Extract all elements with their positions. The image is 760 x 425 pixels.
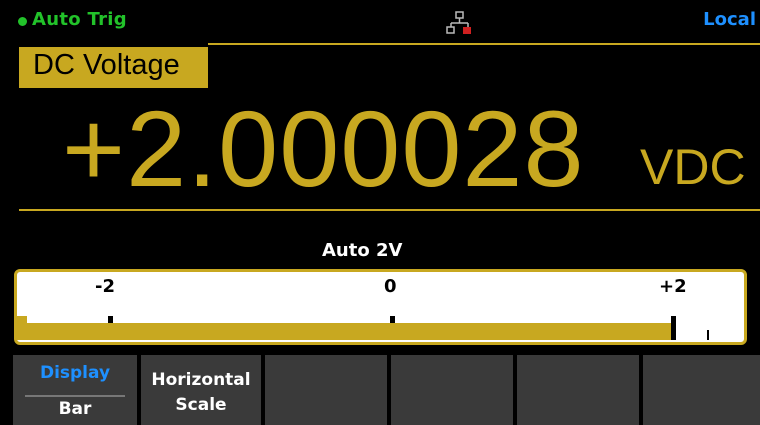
softkey-row: Display Bar Horizontal Scale: [0, 351, 760, 425]
horizontal-scale-line2: Scale: [175, 395, 227, 415]
reading-unit: VDC: [640, 139, 746, 195]
measurement-function: DC Voltage: [33, 49, 180, 81]
scale-minor-tick: [707, 330, 710, 340]
softkey-4[interactable]: [391, 355, 513, 425]
bar-fill: [17, 323, 671, 340]
horizontal-scale-softkey[interactable]: Horizontal Scale: [141, 355, 261, 425]
horizontal-scale-line1: Horizontal: [151, 370, 251, 390]
softkey-3[interactable]: [265, 355, 387, 425]
lan-disconnected-icon: [446, 11, 471, 34]
header-divider: [208, 43, 760, 45]
display-softkey[interactable]: Display Bar: [13, 355, 137, 425]
range-label: Auto 2V: [322, 240, 403, 261]
trigger-status: Auto Trig: [32, 9, 127, 30]
scale-label-min: -2: [95, 276, 115, 297]
bar-origin-marker: [17, 316, 27, 340]
main-reading: +2.000028: [62, 88, 585, 209]
remote-state-label: Local: [703, 9, 756, 30]
display-softkey-divider: [25, 395, 125, 397]
scale-label-max: +2: [659, 276, 687, 297]
scale-label-zero: 0: [384, 276, 397, 297]
trigger-status-dot-icon: [18, 17, 27, 26]
status-bar: Auto Trig Local: [0, 0, 760, 42]
scale-major-tick: [671, 316, 676, 340]
softkey-5[interactable]: [517, 355, 639, 425]
display-softkey-value: Bar: [58, 399, 92, 419]
bar-gauge: -2 0 +2: [14, 269, 747, 345]
reading-divider: [19, 209, 760, 211]
display-softkey-title: Display: [39, 363, 111, 383]
softkey-6[interactable]: [643, 355, 760, 425]
